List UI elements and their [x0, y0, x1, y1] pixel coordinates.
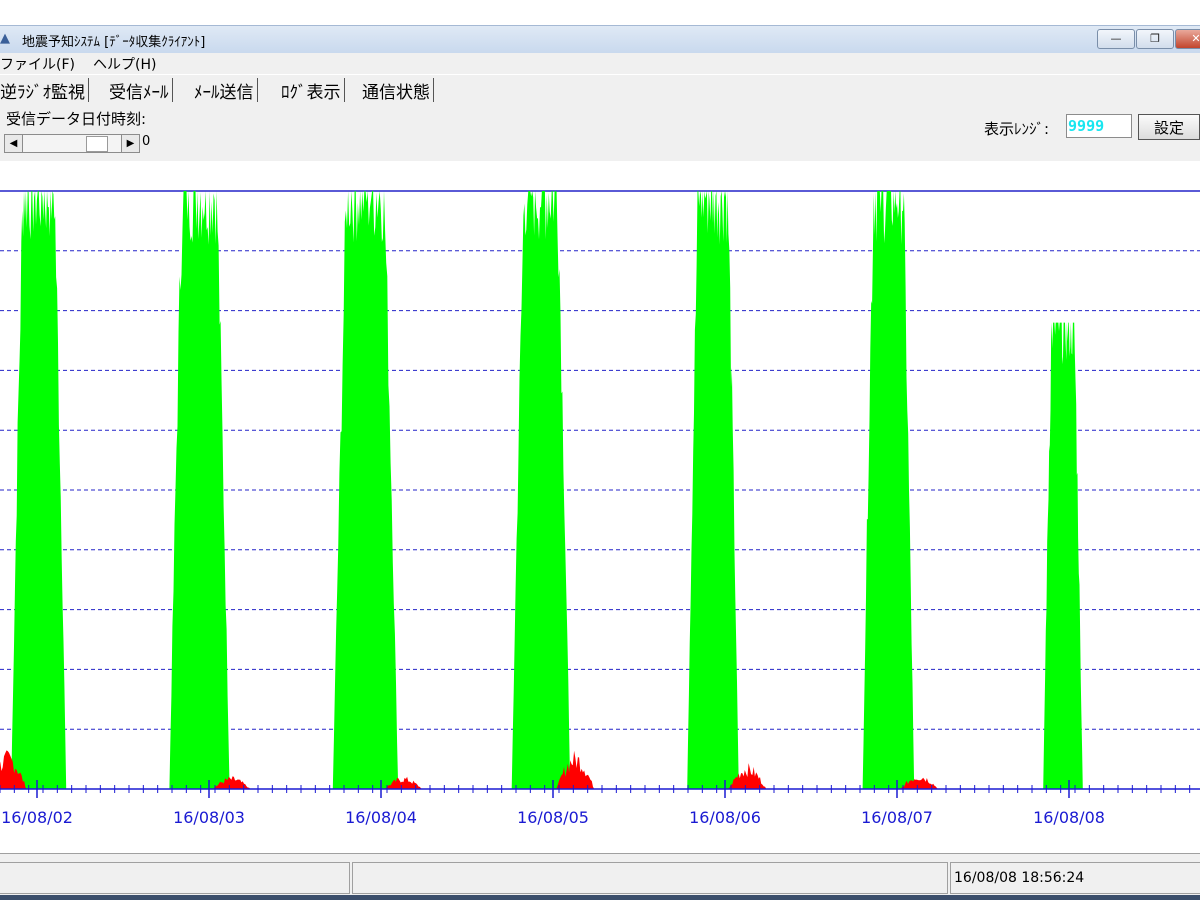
tab-reverse-radio-monitor[interactable]: 逆ﾗｼﾞｵ監視 — [0, 78, 89, 103]
set-button[interactable]: 設定 — [1138, 114, 1200, 140]
x-tick-label: 16/08/06 — [689, 808, 761, 827]
menu-bar: ファイル(F) ヘルプ(H) — [0, 53, 1200, 74]
status-panel-2 — [352, 862, 948, 894]
window-title: 地震予知ｼｽﾃﾑ [ﾃﾞｰﾀ収集ｸﾗｲｱﾝﾄ] — [22, 35, 206, 50]
x-tick-label: 16/08/07 — [861, 808, 933, 827]
maximize-button[interactable]: ❐ — [1136, 29, 1174, 49]
tab-connection-status[interactable]: 通信状態 — [362, 78, 434, 103]
scroll-value: 0 — [142, 134, 151, 149]
received-datetime-label: 受信データ日付時刻: — [6, 110, 147, 128]
status-bar: 16/08/08 18:56:24 — [0, 853, 1200, 896]
green-series-area-16/08/03 — [169, 191, 230, 789]
tab-received-mail[interactable]: 受信ﾒｰﾙ — [109, 78, 173, 103]
control-panel: 受信データ日付時刻: ◀ ▶ 0 表示ﾚﾝｼﾞ: 設定 — [0, 105, 1200, 161]
window-titlebar: ▲ 地震予知ｼｽﾃﾑ [ﾃﾞｰﾀ収集ｸﾗｲｱﾝﾄ] — ❐ ✕ — [0, 25, 1200, 54]
display-range-label: 表示ﾚﾝｼﾞ: — [984, 120, 1050, 138]
scroll-right-icon[interactable]: ▶ — [121, 135, 139, 152]
green-series-area-16/08/08 — [1043, 322, 1083, 789]
x-tick-label: 16/08/02 — [1, 808, 73, 827]
close-button[interactable]: ✕ — [1175, 29, 1200, 49]
tab-send-mail[interactable]: ﾒｰﾙ送信 — [194, 78, 258, 103]
green-series-area-16/08/04 — [332, 191, 399, 789]
x-tick-label: 16/08/04 — [345, 808, 417, 827]
green-series-area-16/08/07 — [862, 191, 915, 789]
minimize-button[interactable]: — — [1097, 29, 1135, 49]
x-tick-label: 16/08/08 — [1033, 808, 1105, 827]
green-series-area-16/08/06 — [687, 191, 739, 789]
taskbar — [0, 895, 1200, 900]
green-series-area-16/08/02 — [11, 191, 67, 789]
green-series-area-16/08/05 — [511, 191, 571, 789]
app-icon: ▲ — [0, 31, 10, 46]
x-tick-label: 16/08/03 — [173, 808, 245, 827]
status-panel-1 — [0, 862, 350, 894]
status-datetime: 16/08/08 18:56:24 — [954, 870, 1085, 886]
tab-log-view[interactable]: ﾛｸﾞ表示 — [281, 78, 345, 103]
chart-area: 16/08/02 16/08/03 16/08/04 16/08/05 16/08/06… — [0, 161, 1200, 853]
tab-bar: 逆ﾗｼﾞｵ監視 受信ﾒｰﾙ ﾒｰﾙ送信 ﾛｸﾞ表示 通信状態 — [0, 75, 1200, 105]
datetime-scrollbar[interactable]: ◀ ▶ — [4, 134, 140, 153]
menu-file[interactable]: ファイル(F) — [0, 54, 75, 74]
menu-help[interactable]: ヘルプ(H) — [93, 54, 156, 74]
scroll-left-icon[interactable]: ◀ — [5, 135, 23, 152]
display-range-input[interactable] — [1066, 114, 1132, 138]
x-tick-label: 16/08/05 — [517, 808, 589, 827]
monitor-chart: 16/08/02 16/08/03 16/08/04 16/08/05 16/08/06… — [0, 190, 1200, 827]
scroll-thumb[interactable] — [86, 136, 108, 152]
